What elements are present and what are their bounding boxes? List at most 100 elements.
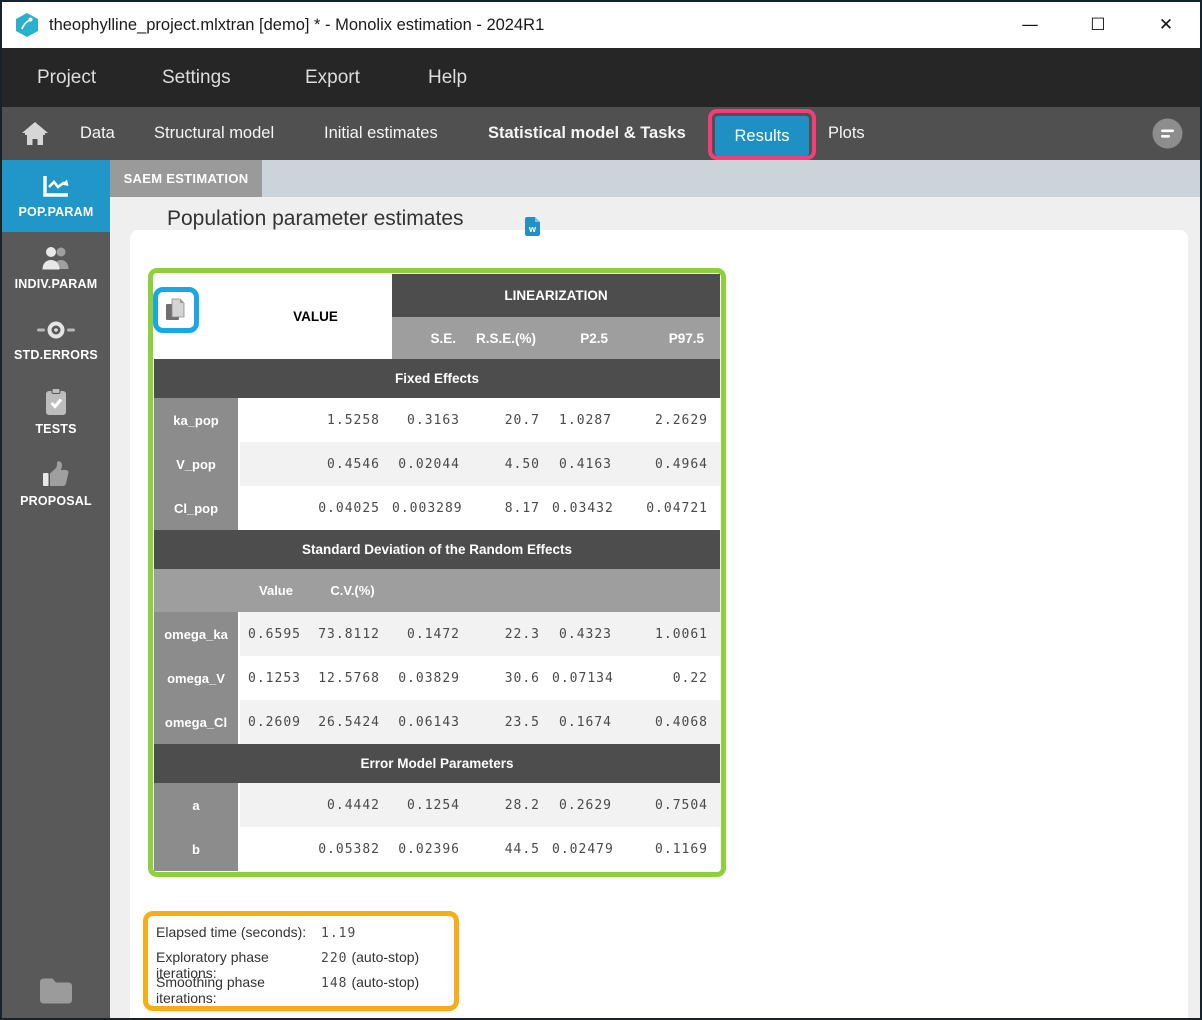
table-row: a0.44420.125428.20.26290.7504 (154, 783, 720, 827)
cell-rse: 20.7 (472, 398, 552, 442)
minimize-button[interactable]: — (996, 2, 1064, 48)
tab-data[interactable]: Data (80, 107, 115, 160)
table-row: V_pop0.45460.020444.500.41630.4964 (154, 442, 720, 486)
summary-label: Elapsed time (seconds): (156, 924, 321, 940)
cell-se: 0.003289 (392, 486, 472, 530)
cell-p25: 0.07134 (552, 656, 624, 700)
svg-text:w: w (528, 224, 537, 234)
cell-p25: 0.2629 (552, 783, 624, 827)
cell-p25: 0.03432 (552, 486, 624, 530)
section-title: Fixed Effects (154, 359, 720, 398)
menu-help[interactable]: Help (428, 48, 467, 107)
row-label: omega_ka (154, 612, 239, 656)
cell-value: 0.4442 (239, 783, 392, 827)
cell-p25: 0.1674 (552, 700, 624, 744)
maximize-button[interactable]: ☐ (1064, 2, 1132, 48)
cell-se: 0.02044 (392, 442, 472, 486)
section-title: Standard Deviation of the Random Effects (154, 530, 720, 569)
cell-cv: 26.5424 (313, 700, 392, 744)
cell-value: 0.6595 (239, 612, 313, 656)
tab-statistical-model-tasks[interactable]: Statistical model & Tasks (488, 107, 686, 160)
cell-se: 0.02396 (392, 827, 472, 871)
row-label: V_pop (154, 442, 239, 486)
sidebar-item-indiv-param[interactable]: INDIV.PARAM (2, 232, 110, 304)
cell-value: 0.05382 (239, 827, 392, 871)
cell-p975: 0.7504 (624, 783, 720, 827)
home-icon[interactable] (22, 121, 48, 146)
results-content: Population parameter estimates w VA (110, 197, 1200, 1018)
summary-value: 220 (321, 951, 347, 966)
people-icon (40, 245, 72, 271)
cell-se: 0.1254 (392, 783, 472, 827)
copy-icon (164, 297, 188, 323)
table-row: omega_ka0.659573.81120.147222.30.43231.0… (154, 612, 720, 656)
monolix-window: theophylline_project.mlxtran [demo] * - … (0, 0, 1202, 1020)
feedback-bubble-icon[interactable] (1151, 117, 1184, 150)
col-header-p975: P97.5 (624, 317, 720, 359)
tab-structural-model[interactable]: Structural model (154, 107, 274, 160)
col-header-se: S.E. (392, 317, 472, 359)
table-row: b0.053820.0239644.50.024790.1169 (154, 827, 720, 871)
cell-rse: 44.5 (472, 827, 552, 871)
row-label: omega_V (154, 656, 239, 700)
cell-p25: 1.0287 (552, 398, 624, 442)
nav-bar: Data Structural model Initial estimates … (2, 107, 1200, 160)
cell-p975: 2.2629 (624, 398, 720, 442)
col-header-p25: P2.5 (552, 317, 624, 359)
sidebar-item-pop-param[interactable]: POP.PARAM (2, 160, 110, 232)
cell-se: 0.03829 (392, 656, 472, 700)
cell-se: 0.1472 (392, 612, 472, 656)
sidebar-item-std-errors[interactable]: STD.ERRORS (2, 304, 110, 376)
cell-rse: 8.17 (472, 486, 552, 530)
cell-value: 0.04025 (239, 486, 392, 530)
menu-project[interactable]: Project (37, 48, 96, 107)
cell-p25: 0.4163 (552, 442, 624, 486)
folder-icon (38, 976, 74, 1004)
section-header-row: Standard Deviation of the Random Effects (154, 530, 720, 569)
summary-row: Smoothing phase iterations: 148 (auto-st… (156, 974, 454, 999)
sidebar-item-tests[interactable]: TESTS (2, 376, 110, 448)
summary-label: Smoothing phase iterations: (156, 974, 321, 1006)
app-body: POP.PARAM INDIV.PARAM (2, 160, 1200, 1018)
row-label: Cl_pop (154, 486, 239, 530)
close-button[interactable]: ✕ (1132, 2, 1200, 48)
col-header-rse: R.S.E.(%) (472, 317, 552, 359)
project-folder-button[interactable] (2, 976, 110, 1004)
annotation-table-highlight: VALUE LINEARIZATION S.E. R.S.E.(%) P2.5 … (148, 268, 726, 877)
menu-export[interactable]: Export (305, 48, 360, 107)
table-row: Cl_pop0.040250.0032898.170.034320.04721 (154, 486, 720, 530)
results-sidebar: POP.PARAM INDIV.PARAM (2, 160, 110, 1018)
sidebar-item-label: PROPOSAL (20, 494, 92, 508)
cell-p975: 0.1169 (624, 827, 720, 871)
summary-value: 148 (321, 976, 347, 991)
cell-value: 1.5258 (239, 398, 392, 442)
tab-initial-estimates[interactable]: Initial estimates (324, 107, 438, 160)
copy-table-button[interactable] (153, 287, 199, 333)
cell-rse: 4.50 (472, 442, 552, 486)
row-label: b (154, 827, 239, 871)
window-controls: — ☐ ✕ (996, 2, 1200, 48)
tab-saem-estimation[interactable]: SAEM ESTIMATION (110, 160, 262, 197)
tab-plots[interactable]: Plots (828, 107, 865, 160)
summary-value: 1.19 (321, 926, 356, 941)
row-label: omega_Cl (154, 700, 239, 744)
tab-results[interactable]: Results (715, 116, 809, 156)
cell-rse: 22.3 (472, 612, 552, 656)
cell-se: 0.3163 (392, 398, 472, 442)
sidebar-item-proposal[interactable]: PROPOSAL (2, 448, 110, 520)
sidebar-item-label: INDIV.PARAM (15, 277, 98, 291)
table-row: ka_pop1.52580.316320.71.02872.2629 (154, 398, 720, 442)
cell-p975: 0.22 (624, 656, 720, 700)
menu-bar: Project Settings Export Help (2, 48, 1200, 107)
thumbs-up-icon (42, 461, 70, 488)
section-header-row: Fixed Effects (154, 359, 720, 398)
run-summary-box: Elapsed time (seconds): 1.19 Exploratory… (143, 911, 459, 1011)
sidebar-item-label: POP.PARAM (19, 205, 94, 219)
cell-cv: 73.8112 (313, 612, 392, 656)
menu-settings[interactable]: Settings (162, 48, 231, 107)
summary-row: Elapsed time (seconds): 1.19 (156, 924, 454, 949)
cell-value: 0.2609 (239, 700, 313, 744)
word-doc-icon[interactable]: w (524, 216, 541, 237)
window-title: theophylline_project.mlxtran [demo] * - … (49, 16, 544, 35)
pop-param-table-body: Fixed Effectska_pop1.52580.316320.71.028… (154, 359, 720, 871)
